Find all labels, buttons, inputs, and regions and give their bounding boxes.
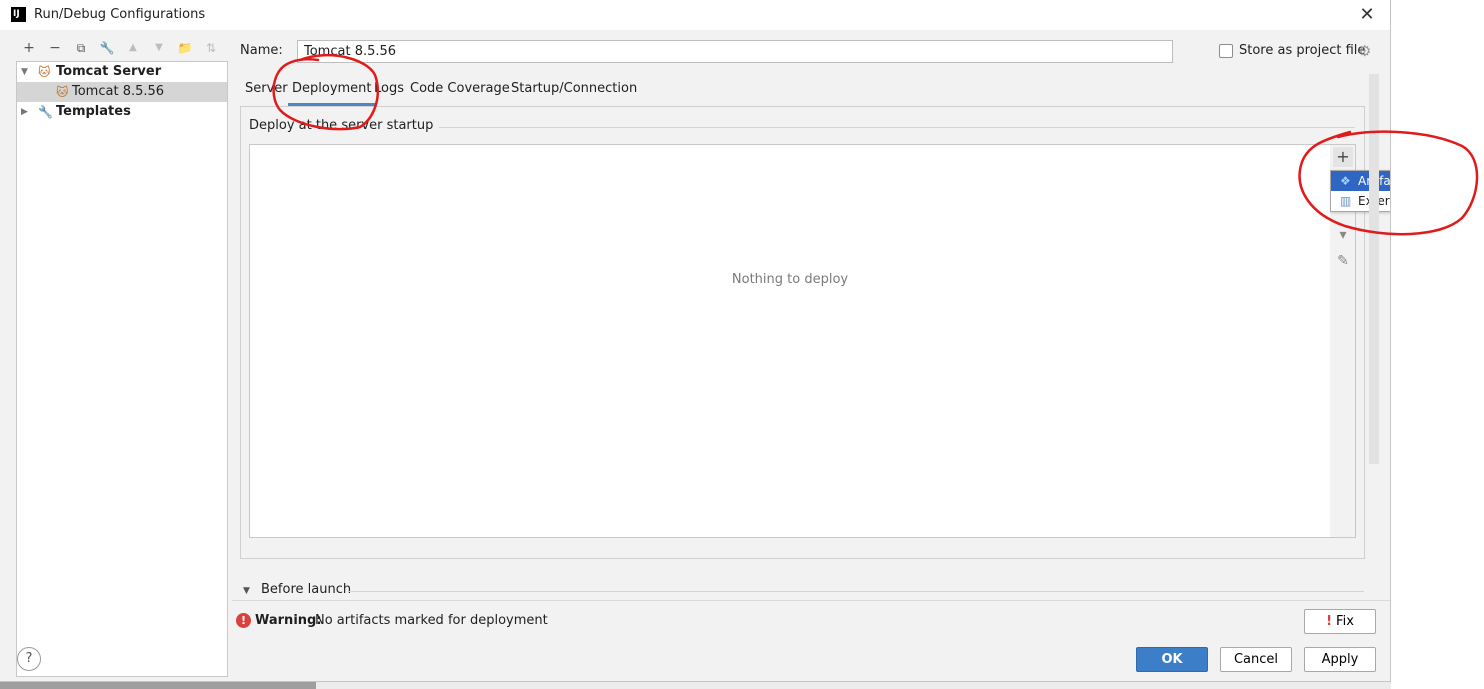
- deployment-list[interactable]: Nothing to deploy: [249, 144, 1331, 538]
- vertical-scrollbar[interactable]: [1369, 74, 1379, 464]
- tab-code-coverage[interactable]: Code Coverage: [410, 80, 510, 106]
- help-button[interactable]: ?: [17, 647, 41, 671]
- collapse-arrow-icon[interactable]: ▼: [243, 586, 250, 596]
- section-divider: [348, 591, 1364, 592]
- name-input[interactable]: Tomcat 8.5.56: [297, 40, 1173, 63]
- tab-server[interactable]: Server: [245, 80, 288, 106]
- wrench-icon[interactable]: 🔧: [97, 38, 117, 58]
- add-deployment-popup: ❖ Artifact... ▥ External Source...: [1330, 170, 1390, 212]
- expand-arrow-icon[interactable]: ▼: [21, 62, 28, 82]
- store-as-project-file-checkbox[interactable]: [1219, 44, 1233, 58]
- add-deployment-button[interactable]: +: [1333, 147, 1353, 167]
- sort-icon[interactable]: ⇅: [201, 38, 221, 58]
- move-up-icon[interactable]: ▲: [123, 38, 143, 58]
- configuration-tree: ▼ 🐱 Tomcat Server 🐱 Tomcat 8.5.56 ▶ 🔧 Te…: [16, 61, 228, 677]
- tree-item-label: Tomcat Server: [56, 64, 162, 79]
- artifact-icon: ❖: [1340, 174, 1351, 188]
- remove-configuration-button[interactable]: −: [45, 38, 65, 58]
- background-window: [316, 682, 1391, 689]
- warning-text: No artifacts marked for deployment: [315, 613, 548, 628]
- edit-icon[interactable]: ✎: [1333, 251, 1353, 271]
- tree-item-tomcat-server[interactable]: ▼ 🐱 Tomcat Server: [17, 62, 227, 82]
- tab-deployment[interactable]: Deployment: [288, 80, 376, 106]
- name-label: Name:: [240, 43, 283, 58]
- wrench-icon: 🔧: [38, 105, 53, 119]
- cancel-button[interactable]: Cancel: [1220, 647, 1292, 672]
- tree-item-label: Templates: [56, 104, 131, 119]
- tab-logs[interactable]: Logs: [374, 80, 404, 106]
- copy-configuration-icon[interactable]: ⧉: [71, 38, 91, 58]
- tree-item-label: Tomcat 8.5.56: [72, 84, 165, 99]
- before-launch-label[interactable]: Before launch: [261, 582, 351, 597]
- section-divider: [410, 127, 1355, 128]
- error-icon: !: [1326, 614, 1333, 629]
- gear-icon[interactable]: ⚙: [1358, 42, 1371, 60]
- run-debug-dialog: IJ Run/Debug Configurations ✕ + − ⧉ 🔧 ▲ …: [0, 0, 1391, 682]
- tomcat-icon: 🐱: [38, 65, 51, 79]
- tomcat-icon: 🐱: [56, 85, 69, 99]
- empty-state-text: Nothing to deploy: [731, 272, 849, 287]
- close-icon[interactable]: ✕: [1356, 4, 1378, 26]
- tree-item-tomcat-instance[interactable]: 🐱 Tomcat 8.5.56: [17, 82, 227, 102]
- error-icon: !: [236, 613, 251, 628]
- fix-button-label: Fix: [1336, 614, 1354, 629]
- fix-button[interactable]: ! Fix: [1304, 609, 1376, 634]
- popup-item-artifact[interactable]: ❖ Artifact...: [1331, 171, 1390, 191]
- popup-item-external-source[interactable]: ▥ External Source...: [1331, 191, 1390, 211]
- background-window: [1391, 0, 1484, 689]
- collapse-arrow-icon[interactable]: ▶: [21, 102, 28, 122]
- move-down-icon[interactable]: ▼: [149, 38, 169, 58]
- move-down-icon[interactable]: ▾: [1333, 225, 1353, 245]
- tab-startup-connection[interactable]: Startup/Connection: [511, 80, 637, 106]
- deploy-section-label: Deploy at the server startup: [249, 118, 440, 133]
- tree-item-templates[interactable]: ▶ 🔧 Templates: [17, 102, 227, 122]
- new-folder-icon[interactable]: 📁: [175, 38, 195, 58]
- intellij-logo-icon: IJ: [11, 7, 26, 22]
- divider: [232, 600, 1390, 601]
- external-source-icon: ▥: [1340, 194, 1352, 208]
- warning-title: Warning:: [255, 613, 322, 628]
- store-as-project-file-label[interactable]: Store as project file: [1239, 43, 1365, 58]
- window-title: Run/Debug Configurations: [34, 7, 206, 22]
- add-configuration-button[interactable]: +: [19, 38, 39, 58]
- title-bar: IJ Run/Debug Configurations ✕: [0, 0, 1390, 30]
- ok-button[interactable]: OK: [1136, 647, 1208, 672]
- apply-button[interactable]: Apply: [1304, 647, 1376, 672]
